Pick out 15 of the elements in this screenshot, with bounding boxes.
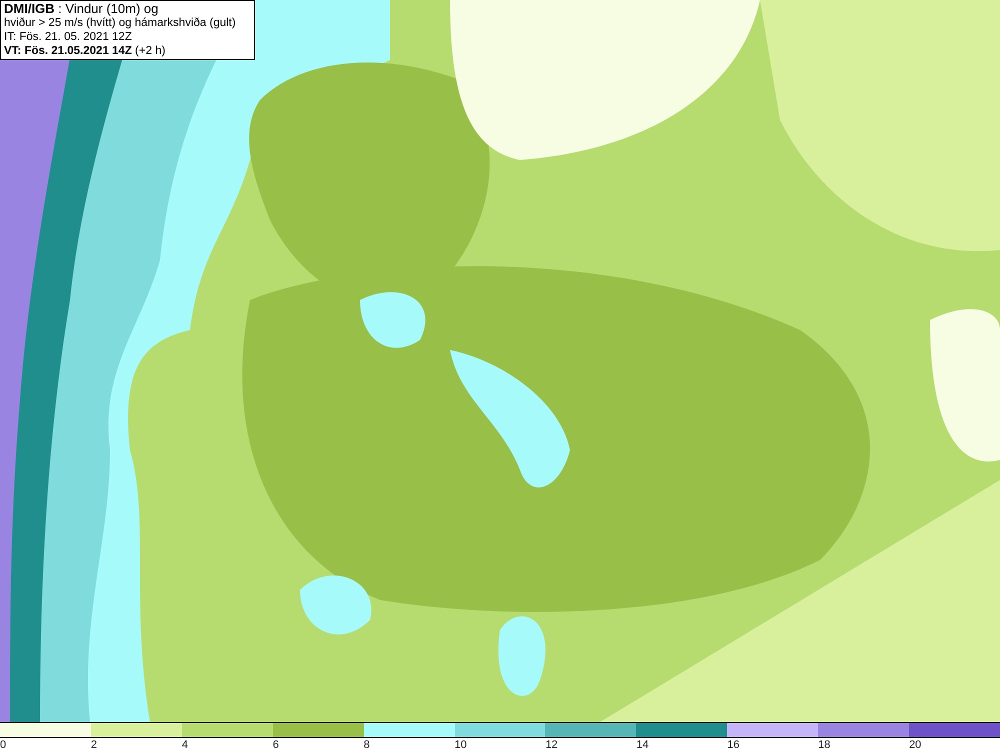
title-text: VT: Fös. 21.05.2021 14Z (+2 h) <box>4 44 166 58</box>
title-text: hviður > 25 m/s (hvítt) og hámarkshviða (gult) <box>4 16 236 30</box>
scale-label: 6 <box>272 738 279 753</box>
title-text: DMI/IGB : Vindur (10m) og <box>4 2 158 16</box>
scale-label: 20 <box>909 738 922 753</box>
scale-label: 2 <box>90 738 98 753</box>
scale-label: 4 <box>182 738 188 753</box>
scale-label: 14 <box>636 738 649 753</box>
scale-label: 16 <box>727 738 740 753</box>
scale-label: 12 <box>545 738 558 753</box>
scale-label: 0 <box>0 738 6 753</box>
scale-label: 18 <box>818 738 830 753</box>
scale-label: 10 <box>454 738 467 753</box>
title-text: IT: Fös. 21. 05. 2021 12Z <box>4 30 132 44</box>
scale-label: 8 <box>364 738 370 753</box>
